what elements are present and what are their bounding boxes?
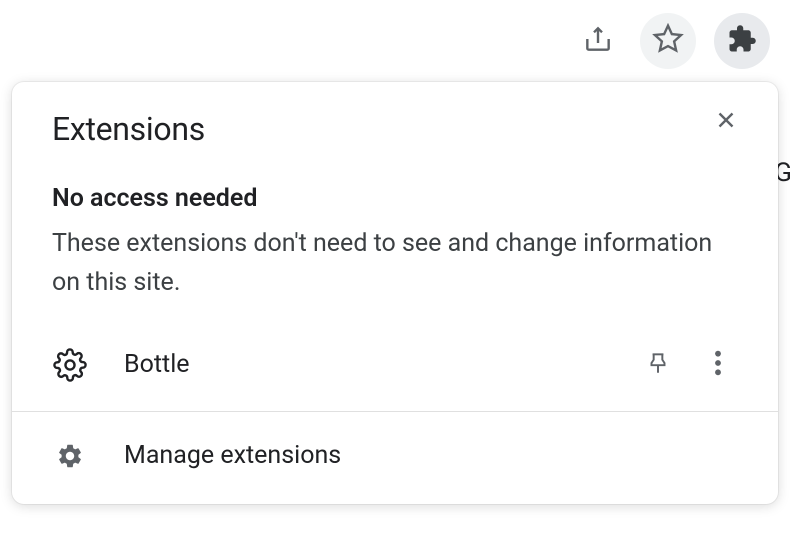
puzzle-icon bbox=[727, 24, 757, 58]
extension-settings-icon bbox=[52, 347, 88, 383]
manage-extensions-button[interactable]: Manage extensions bbox=[12, 412, 778, 504]
popup-header: Extensions bbox=[12, 110, 778, 148]
extensions-button[interactable] bbox=[714, 13, 770, 69]
more-options-button[interactable] bbox=[698, 345, 738, 385]
section-heading: No access needed bbox=[52, 184, 738, 213]
popup-title: Extensions bbox=[52, 110, 205, 148]
share-button[interactable] bbox=[574, 17, 622, 65]
gear-icon bbox=[52, 438, 88, 474]
extensions-popup: Extensions No access needed These extens… bbox=[12, 82, 778, 504]
browser-toolbar bbox=[0, 0, 790, 82]
star-icon bbox=[652, 23, 684, 59]
access-section: No access needed These extensions don't … bbox=[12, 184, 778, 303]
manage-extensions-label: Manage extensions bbox=[124, 441, 341, 470]
section-description: These extensions don't need to see and c… bbox=[52, 225, 738, 303]
more-vertical-icon bbox=[714, 349, 722, 381]
pin-button[interactable] bbox=[638, 345, 678, 385]
close-button[interactable] bbox=[706, 102, 746, 142]
extension-name: Bottle bbox=[124, 350, 638, 379]
bookmark-button[interactable] bbox=[640, 13, 696, 69]
share-icon bbox=[582, 23, 614, 59]
pin-icon bbox=[645, 350, 671, 380]
close-icon bbox=[713, 107, 739, 137]
extension-row[interactable]: Bottle bbox=[12, 331, 778, 411]
